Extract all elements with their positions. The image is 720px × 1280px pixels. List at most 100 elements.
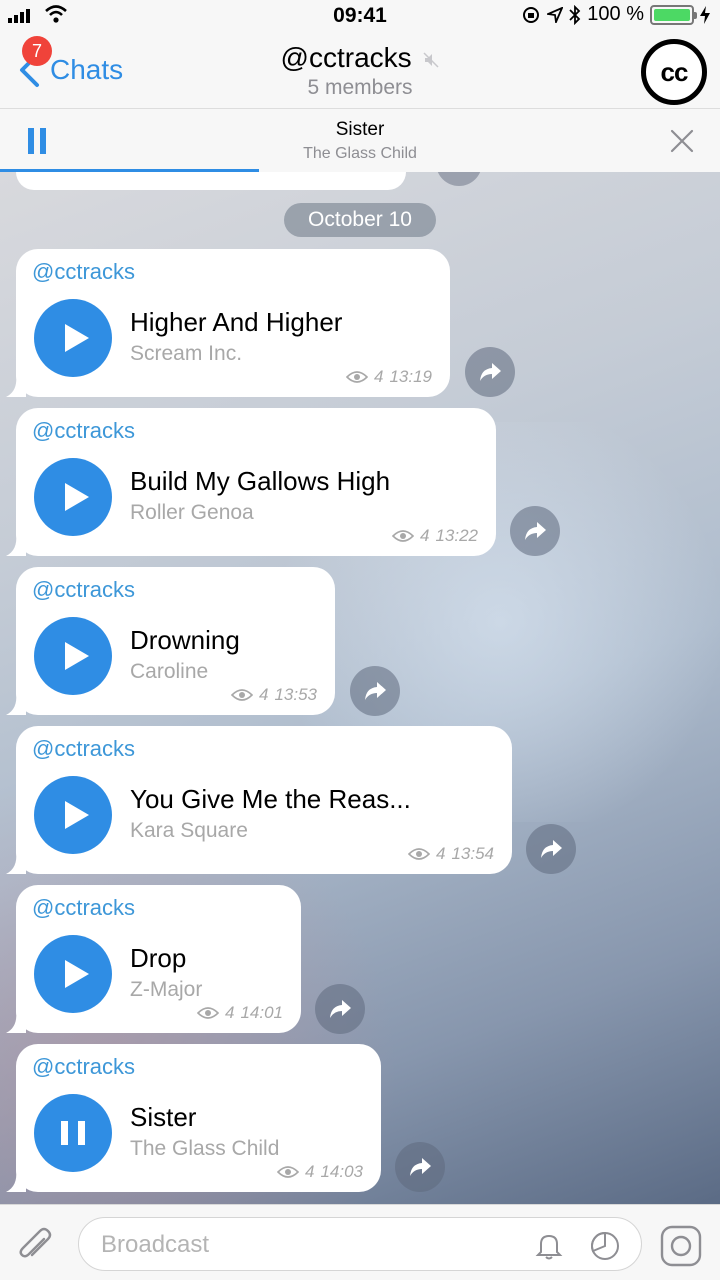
message-time: 13:54	[451, 844, 494, 863]
play-button[interactable]	[34, 617, 112, 695]
attachment-icon[interactable]	[16, 1225, 54, 1265]
message-meta: 4 14:01	[196, 1003, 283, 1023]
lock-rotation-icon	[523, 6, 540, 23]
eye-icon	[391, 530, 414, 542]
message-time: 13:22	[435, 526, 478, 545]
sender-name[interactable]: @cctracks	[32, 259, 135, 285]
sender-name[interactable]: @cctracks	[32, 418, 135, 444]
share-arrow-icon	[330, 1000, 351, 1018]
share-button[interactable]	[465, 347, 515, 397]
share-arrow-icon	[541, 840, 562, 858]
track-title: Higher And Higher	[130, 307, 343, 337]
message-meta: 4 13:19	[345, 367, 432, 387]
close-icon[interactable]	[668, 127, 696, 155]
charging-icon	[700, 5, 710, 24]
message-bubble[interactable]: @cctracks Higher And Higher Scream Inc. …	[6, 249, 450, 397]
message-bubble[interactable]: @cctracks Drowning Caroline 4 13:53	[6, 567, 335, 715]
message-meta: 4 13:53	[230, 685, 317, 705]
track-title: You Give Me the Reas...	[130, 784, 411, 814]
bubble-tail	[6, 534, 26, 556]
sender-name[interactable]: @cctracks	[32, 736, 135, 762]
member-count: 5 members	[307, 76, 413, 99]
share-button[interactable]	[526, 824, 576, 874]
play-button[interactable]	[34, 458, 112, 536]
player-track-artist: The Glass Child	[303, 145, 417, 162]
camera-icon[interactable]	[660, 1225, 702, 1267]
player-track-title: Sister	[335, 119, 385, 140]
view-count: 4	[419, 526, 430, 545]
message-bubble-partial[interactable]	[16, 172, 406, 190]
eye-icon	[345, 371, 368, 383]
play-icon	[65, 801, 89, 829]
view-count: 4	[373, 367, 384, 386]
chat-area[interactable]: October 10 @cctracks Higher And Higher S…	[0, 172, 720, 1204]
share-button[interactable]	[315, 984, 365, 1034]
track-title: Drop	[130, 943, 187, 973]
play-icon	[65, 960, 89, 988]
track-artist: Z-Major	[130, 978, 203, 1001]
pause-button[interactable]	[34, 1094, 112, 1172]
play-button[interactable]	[34, 935, 112, 1013]
view-count: 4	[258, 685, 269, 704]
timer-icon[interactable]	[589, 1230, 621, 1262]
play-icon	[65, 483, 89, 511]
sender-name[interactable]: @cctracks	[32, 895, 135, 921]
chat-title[interactable]: @cctracks	[0, 42, 720, 74]
sender-name[interactable]: @cctracks	[32, 577, 135, 603]
message-time: 13:53	[274, 685, 317, 704]
play-icon	[65, 324, 89, 352]
share-arrow-icon	[410, 1158, 431, 1176]
input-placeholder: Broadcast	[101, 1231, 210, 1258]
channel-avatar[interactable]: cc	[641, 39, 707, 105]
track-title: Sister	[130, 1102, 197, 1132]
date-separator: October 10	[284, 203, 436, 237]
input-bar: Broadcast	[0, 1204, 720, 1280]
share-button-partial[interactable]	[436, 172, 482, 186]
bubble-tail	[6, 375, 26, 397]
message-bubble[interactable]: @cctracks Drop Z-Major 4 14:01	[6, 885, 301, 1033]
share-button[interactable]	[350, 666, 400, 716]
broadcast-input[interactable]: Broadcast	[78, 1217, 642, 1271]
message-meta: 4 13:22	[391, 526, 478, 546]
track-title: Drowning	[130, 625, 240, 655]
music-player-bar[interactable]: Sister The Glass Child	[0, 108, 720, 172]
track-artist: Roller Genoa	[130, 501, 254, 524]
eye-icon	[230, 689, 253, 701]
track-artist: Scream Inc.	[130, 342, 243, 365]
bubble-tail	[6, 1011, 26, 1033]
bluetooth-icon	[569, 4, 581, 25]
track-artist: The Glass Child	[130, 1137, 280, 1160]
play-button[interactable]	[34, 299, 112, 377]
track-artist: Caroline	[130, 660, 209, 683]
track-title: Build My Gallows High	[130, 466, 391, 496]
track-artist: Kara Square	[130, 819, 248, 842]
location-icon	[547, 6, 564, 23]
message-bubble[interactable]: @cctracks Build My Gallows High Roller G…	[6, 408, 496, 556]
eye-icon	[196, 1007, 219, 1019]
view-count: 4	[224, 1003, 235, 1022]
eye-icon	[407, 848, 430, 860]
share-arrow-icon	[525, 522, 546, 540]
pause-icon-bar	[61, 1121, 68, 1145]
message-meta: 4 13:54	[407, 844, 494, 864]
pause-icon-bar	[78, 1121, 85, 1145]
view-count: 4	[435, 844, 446, 863]
message-bubble[interactable]: @cctracks You Give Me the Reas... Kara S…	[6, 726, 512, 874]
bell-icon[interactable]	[533, 1230, 565, 1262]
message-time: 14:01	[240, 1003, 283, 1022]
view-count: 4	[304, 1162, 315, 1181]
message-time: 13:19	[389, 367, 432, 386]
message-meta: 4 14:03	[276, 1162, 363, 1182]
bubble-tail	[6, 852, 26, 874]
mute-icon	[423, 52, 439, 68]
play-button[interactable]	[34, 776, 112, 854]
battery-icon	[650, 4, 697, 25]
chat-title-text: @cctracks	[280, 42, 412, 73]
bubble-tail	[6, 693, 26, 715]
bubble-tail	[6, 1170, 26, 1192]
message-bubble[interactable]: @cctracks Sister The Glass Child 4 14:03	[6, 1044, 381, 1192]
nav-bar: Chats 7 @cctracks 5 members cc	[0, 36, 720, 108]
sender-name[interactable]: @cctracks	[32, 1054, 135, 1080]
share-button[interactable]	[395, 1142, 445, 1192]
share-button[interactable]	[510, 506, 560, 556]
